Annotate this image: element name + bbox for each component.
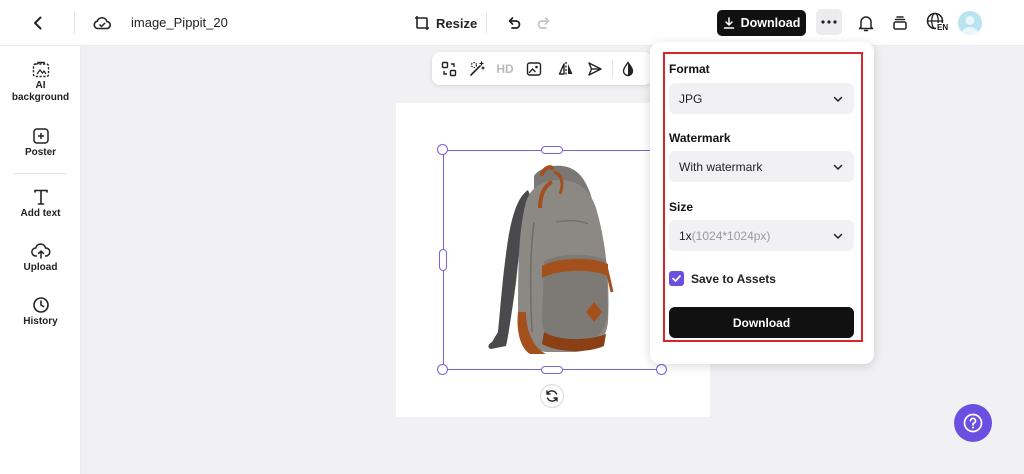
resize-icon [415, 16, 429, 30]
download-button[interactable]: Download [717, 10, 806, 36]
watermark-value: With watermark [679, 159, 763, 174]
language-code: EN [936, 23, 950, 32]
image-icon [526, 62, 542, 76]
save-to-assets-label[interactable]: Save to Assets [691, 272, 776, 286]
avatar[interactable] [958, 11, 982, 35]
sidebar-item-label: Add text [20, 208, 61, 219]
chevron-down-icon [833, 96, 843, 102]
size-value: 1x [679, 228, 692, 243]
redo-button[interactable] [530, 9, 558, 37]
sidebar-item-upload[interactable]: Upload [0, 242, 81, 274]
format-select[interactable]: JPG [669, 83, 854, 114]
rotate-icon [546, 390, 558, 402]
chevron-down-icon [833, 164, 843, 170]
save-to-assets-checkbox[interactable] [669, 271, 684, 286]
sidebar-item-label: AI background [11, 80, 70, 103]
save-to-assets-row: Save to Assets [669, 271, 776, 286]
selection-box[interactable] [443, 150, 662, 370]
undo-button[interactable] [500, 9, 528, 37]
resize-button[interactable]: Resize [414, 11, 477, 35]
cloud-icon [93, 16, 111, 30]
left-sidebar: AI background Poster Add text Upload His… [0, 46, 81, 474]
resize-handle-left[interactable] [439, 249, 447, 271]
more-options-button[interactable] [816, 9, 842, 35]
resize-label: Resize [436, 15, 478, 31]
chevron-left-icon [34, 16, 42, 30]
chevron-down-icon [833, 233, 843, 239]
cloud-save-button[interactable] [88, 9, 116, 37]
notifications-button[interactable] [852, 9, 880, 37]
help-icon [963, 413, 983, 433]
help-button[interactable] [954, 404, 992, 442]
format-value: JPG [679, 91, 703, 106]
sidebar-item-label: Poster [24, 147, 57, 158]
bell-icon [858, 16, 874, 32]
upload-icon [30, 243, 50, 259]
resize-handle-bottom-right[interactable] [656, 364, 667, 375]
sidebar-item-add-text[interactable]: Add text [0, 188, 81, 220]
user-icon [961, 16, 979, 35]
format-label: Format [669, 62, 710, 76]
undo-icon [508, 17, 521, 29]
sidebar-item-label: Upload [23, 262, 58, 273]
download-label: Download [740, 16, 801, 30]
stack-icon [893, 16, 907, 30]
resize-handle-top-left[interactable] [437, 144, 448, 155]
hd-upscale-button[interactable]: HD [494, 58, 516, 80]
resize-handle-bottom-left[interactable] [437, 364, 448, 375]
divider [74, 12, 75, 34]
watermark-select[interactable]: With watermark [669, 151, 854, 182]
back-button[interactable] [24, 9, 52, 37]
panel-download-button[interactable]: Download [669, 307, 854, 338]
ai-background-icon [32, 61, 49, 78]
size-select[interactable]: 1x(1024*1024px) [669, 220, 854, 251]
rotate-button[interactable] [540, 384, 564, 408]
image-adjust-button[interactable] [523, 58, 545, 80]
redo-icon [537, 17, 550, 29]
history-icon [32, 297, 49, 313]
more-horizontal-icon [821, 20, 837, 24]
resize-handle-bottom[interactable] [541, 366, 563, 374]
sidebar-divider [14, 173, 66, 174]
divider [486, 13, 487, 33]
replace-button[interactable] [438, 58, 460, 80]
resize-handle-top[interactable] [541, 146, 563, 154]
download-icon [723, 17, 734, 29]
toolbar-divider [612, 60, 613, 78]
document-title[interactable]: image_Pippit_20 [131, 15, 228, 30]
magic-wand-icon [470, 61, 485, 76]
size-detail: (1024*1024px) [691, 228, 771, 243]
magic-edit-button[interactable] [466, 58, 488, 80]
opacity-button[interactable] [617, 58, 639, 80]
arrange-button[interactable] [584, 58, 606, 80]
image-toolbar: HD [432, 52, 652, 85]
size-value-group: 1x(1024*1024px) [679, 229, 770, 243]
flip-button[interactable] [555, 58, 577, 80]
send-icon [588, 62, 602, 76]
size-label: Size [669, 200, 694, 214]
sidebar-item-history[interactable]: History [0, 296, 81, 328]
droplet-icon [622, 61, 634, 77]
watermark-label: Watermark [669, 131, 731, 145]
flip-icon [558, 62, 573, 76]
sidebar-item-poster[interactable]: Poster [0, 127, 81, 159]
sidebar-item-label: History [23, 316, 58, 327]
language-button[interactable]: EN [921, 8, 951, 36]
top-bar: image_Pippit_20 Resize Download EN [0, 0, 1024, 46]
poster-icon [32, 128, 49, 144]
assets-button[interactable] [886, 9, 914, 37]
sidebar-item-ai-background[interactable]: AI background [0, 60, 81, 104]
replace-icon [441, 61, 457, 77]
text-icon [33, 189, 48, 205]
checkmark-icon [672, 275, 681, 282]
